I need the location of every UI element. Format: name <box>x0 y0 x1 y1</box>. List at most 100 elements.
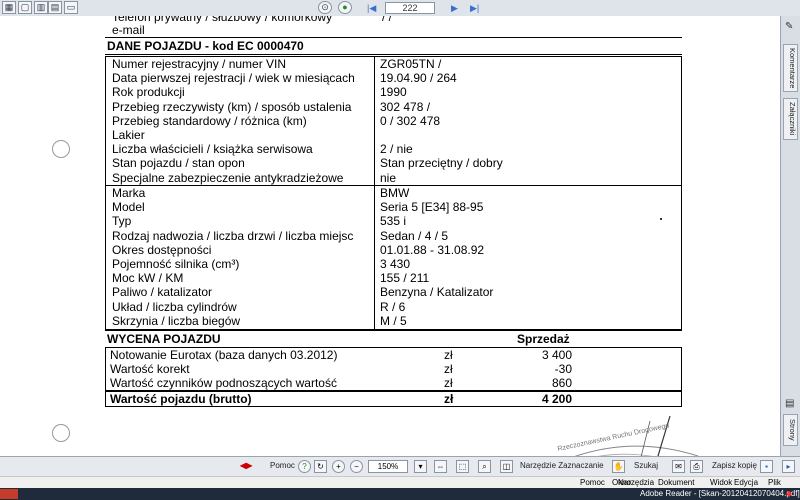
zoom-value: 150% <box>377 462 399 471</box>
vehicle-field-label: Data pierwszej rejestracji / wiek w mies… <box>112 71 355 86</box>
rotate-icon[interactable]: ↻ <box>314 460 327 473</box>
vehicle-spec-label: Typ <box>112 214 132 229</box>
navigation-toolbar: ▦ ▢ ▥ ▤ ▭ ⊙ ● |◀ 222 ▶ ▶| <box>0 0 800 17</box>
vehicle-spec-label: Pojemność silnika (cm³) <box>112 257 240 271</box>
vehicle-field-label: Rok produkcji <box>112 85 185 100</box>
phone-value: / / <box>382 16 393 24</box>
zoom-out-icon[interactable]: − <box>350 460 363 473</box>
tab-comments[interactable]: Komentarze <box>783 44 798 92</box>
document-page: Telefon prywatny / służbowy / komórkowy … <box>0 16 780 456</box>
valuation-column-header: Sprzedaż <box>517 332 570 346</box>
zoom-tool-icon[interactable]: ⌕ <box>478 460 491 473</box>
vehicle-field-value: 19.04.90 / 264 <box>380 71 457 86</box>
save-icon[interactable]: ▪ <box>760 460 773 473</box>
vehicle-field-label: Specjalne zabezpieczenie antykradzieżowe <box>112 170 344 185</box>
vehicle-spec-label: Rodzaj nadwozia / liczba drzwi / liczba … <box>112 228 354 243</box>
vehicle-spec-value: Benzyna / Katalizator <box>380 285 494 300</box>
snapshot-icon[interactable]: ◫ <box>500 460 513 473</box>
vehicle-field-label: Przebieg standardowy / różnica (km) <box>112 113 307 128</box>
close-icon[interactable] <box>0 489 18 499</box>
email-icon[interactable]: ✉ <box>672 460 685 473</box>
select-tool-button[interactable]: Narzędzie Zaznaczanie <box>520 460 604 472</box>
help-button[interactable]: Pomoc <box>270 460 295 472</box>
valuation-row-label: Wartość czynników podnoszących wartość <box>110 376 337 390</box>
zoom-input[interactable]: 150% <box>368 460 408 473</box>
side-panel-tabs: Komentarze Załączniki Strony ✎ ▤ <box>780 16 800 456</box>
vehicle-spec-label: Model <box>112 200 145 215</box>
vehicle-field-value: 302 478 / <box>380 99 431 114</box>
search-button[interactable]: Szukaj <box>634 460 658 472</box>
valuation-row-currency: zł <box>444 348 453 362</box>
vehicle-spec-label: Skrzynia / liczba biegów <box>112 313 241 328</box>
save-copy-button[interactable]: Zapisz kopię <box>712 460 757 472</box>
email-label: e-mail <box>112 23 145 37</box>
previous-page-icon[interactable]: ▶ <box>451 3 458 13</box>
vehicle-spec-label: Moc kW / KM <box>112 271 184 286</box>
vehicle-spec-value: 01.01.88 - 31.08.92 <box>380 242 485 257</box>
binder-hole-icon <box>52 140 70 158</box>
vehicle-field-value: nie <box>380 170 397 185</box>
vehicle-field-label: Przebieg rzeczywisty (km) / sposób ustal… <box>112 99 352 114</box>
tab-pages[interactable]: Strony <box>783 414 798 446</box>
vehicle-spec-value: Sedan / 4 / 5 <box>380 228 449 243</box>
valuation-row-currency: zł <box>444 362 453 376</box>
vehicle-field-label: Liczba właścicieli / książka serwisowa <box>112 142 313 157</box>
help-icon[interactable]: ? <box>298 460 311 473</box>
valuation-row-label: Notowanie Eurotax (baza danych 03.2012) <box>110 348 338 362</box>
window-title-bar: Adobe Reader - [Skan-20120412070404.pdf]… <box>0 488 800 500</box>
vehicle-spec-label: Układ / liczba cylindrów <box>112 299 237 314</box>
binder-hole-icon <box>52 424 70 442</box>
vehicle-field-label: Numer rejestracyjny / numer VIN <box>112 57 287 71</box>
comment-icon[interactable]: ✎ <box>785 21 793 32</box>
fit-width-icon[interactable]: ⇔ <box>434 460 447 473</box>
vehicle-field-value: 0 / 302 478 <box>380 113 441 128</box>
vehicle-spec-label: Marka <box>112 186 146 200</box>
facing-page-icon[interactable]: ▤ <box>48 1 62 14</box>
tab-attachments[interactable]: Załączniki <box>783 98 798 140</box>
pages-icon[interactable]: ▤ <box>785 398 794 409</box>
zoom-in-icon[interactable]: + <box>332 460 345 473</box>
app-icon: ◆ <box>786 489 793 498</box>
vehicle-spec-value: 535 i <box>380 214 407 229</box>
first-page-icon[interactable]: ▶| <box>470 3 479 13</box>
section-title: DANE POJAZDU - kod EC 0000470 <box>107 39 304 53</box>
vehicle-spec-label: Okres dostępności <box>112 242 212 257</box>
fit-page-icon[interactable]: ⬚ <box>456 460 469 473</box>
vehicle-field-value: 2 / nie <box>380 142 413 157</box>
page-number-value: 222 <box>402 3 418 13</box>
grid-view-icon[interactable]: ▦ <box>2 1 16 14</box>
vehicle-spec-value: R / 6 <box>380 299 406 314</box>
vehicle-field-label: Lakier <box>112 128 145 142</box>
vehicle-field-value: Stan przeciętny / dobry <box>380 156 503 171</box>
vehicle-field-value: 1990 <box>380 85 407 100</box>
main-toolbar: ▸ ▪ Zapisz kopię ⎙ ✉ Szukaj ✋ Narzędzie … <box>0 456 800 477</box>
stamp-seal: Rzeczoznawstwa Ruchu Drogowego <box>557 415 699 456</box>
valuation-row-value: 3 400 <box>541 348 572 362</box>
document-viewport[interactable]: Telefon prywatny / służbowy / komórkowy … <box>0 16 780 456</box>
valuation-row-currency: zł <box>444 376 453 390</box>
last-page-icon[interactable]: |◀ <box>367 3 376 13</box>
page-number-input[interactable]: 222 <box>385 2 435 14</box>
vehicle-spec-label: Paliwo / katalizator <box>112 285 213 300</box>
total-currency: zł <box>444 392 454 406</box>
print-icon[interactable]: ⎙ <box>690 460 703 473</box>
vehicle-field-value: ZGR05TN / <box>380 57 442 71</box>
valuation-row-label: Wartość korekt <box>110 362 190 376</box>
total-label: Wartość pojazdu (brutto) <box>110 392 252 406</box>
vehicle-spec-value: Seria 5 [E34] 88-95 <box>380 200 484 215</box>
valuation-title: WYCENA POJAZDU <box>107 332 221 346</box>
continuous-page-icon[interactable]: ▥ <box>34 1 48 14</box>
total-value: 4 200 <box>541 392 572 406</box>
hand-tool-icon[interactable]: ✋ <box>612 460 625 473</box>
open-icon[interactable]: ▸ <box>782 460 795 473</box>
single-page-icon[interactable]: ▢ <box>18 1 32 14</box>
back-view-icon[interactable]: ⊙ <box>318 1 332 14</box>
stamp-text: Rzeczoznawstwa Ruchu Drogowego <box>557 422 670 453</box>
phone-label: Telefon prywatny / służbowy / komórkowy <box>112 16 333 24</box>
valuation-row-value: -30 <box>554 362 572 376</box>
vehicle-spec-value: M / 5 <box>380 313 407 328</box>
two-up-icon[interactable]: ▭ <box>64 1 78 14</box>
vehicle-spec-value: 3 430 <box>380 257 411 271</box>
zoom-dropdown-icon[interactable]: ▾ <box>414 460 427 473</box>
forward-view-icon[interactable]: ● <box>338 1 352 14</box>
